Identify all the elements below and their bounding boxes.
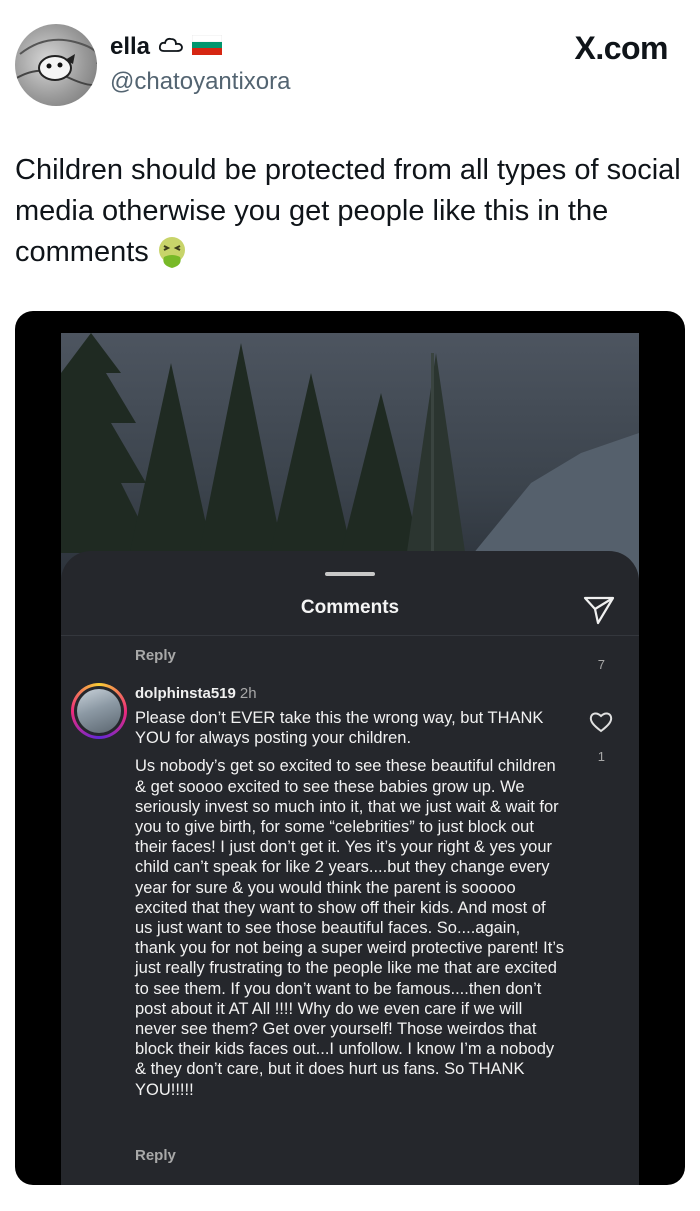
commenter-avatar[interactable] <box>71 683 127 739</box>
like-count: 7 <box>597 657 605 672</box>
comment-paragraph: Please don’t EVER take this the wrong wa… <box>135 709 544 748</box>
cloud-icon <box>158 36 184 59</box>
site-logo: X.com <box>574 30 668 66</box>
comment-body: Please don’t EVER take this the wrong wa… <box>135 708 565 1108</box>
name-row: ella <box>110 33 223 61</box>
profile-avatar[interactable] <box>15 24 97 106</box>
nauseated-face-icon <box>155 235 189 281</box>
comment-header: dolphinsta519 2h <box>135 685 257 702</box>
avatar-illustration <box>15 38 97 86</box>
embedded-screenshot[interactable]: Comments Reply 7 dolphinsta519 2h Please … <box>15 311 685 1185</box>
display-name[interactable]: ella <box>110 33 150 61</box>
commenter-username[interactable]: dolphinsta519 <box>135 685 236 702</box>
reply-link[interactable]: Reply <box>135 1147 176 1164</box>
comment-time: 2h <box>239 685 257 702</box>
heart-icon[interactable] <box>589 711 613 738</box>
comment-paragraph: Us nobody’s get so excited to see these … <box>135 757 564 1099</box>
like-count: 1 <box>597 749 605 764</box>
user-handle[interactable]: @chatoyantixora <box>110 68 290 96</box>
sheet-drag-handle[interactable] <box>325 572 375 576</box>
comments-title: Comments <box>300 597 400 618</box>
reply-link[interactable]: Reply <box>135 647 176 664</box>
comments-sheet: Comments Reply 7 dolphinsta519 2h Please … <box>61 551 639 1185</box>
bulgaria-flag-icon <box>191 34 223 60</box>
tweet-body: Children should be protected from all ty… <box>15 154 681 268</box>
send-icon[interactable] <box>583 595 615 630</box>
tweet-text: Children should be protected from all ty… <box>15 150 687 281</box>
divider <box>61 635 639 636</box>
